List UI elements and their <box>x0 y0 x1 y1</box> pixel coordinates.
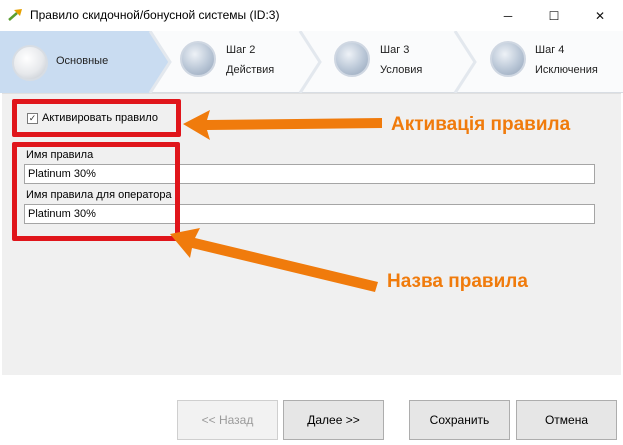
step-2-label: Действия <box>226 64 275 76</box>
title-bar: Правило скидочной/бонусной системы (ID:3… <box>0 0 623 31</box>
step-4-circle-icon <box>490 41 526 77</box>
step-1-circle-icon <box>12 45 48 81</box>
step-3-label: Условия <box>380 64 423 76</box>
activation-highlight-box <box>12 99 181 137</box>
save-button[interactable]: Сохранить <box>409 400 510 440</box>
next-button[interactable]: Далее >> <box>283 400 384 440</box>
name-annotation: Назва правила <box>387 271 528 292</box>
maximize-button[interactable]: ☐ <box>531 0 577 31</box>
step-1-label: Основные <box>56 55 109 67</box>
close-icon: ✕ <box>594 8 606 23</box>
window-title: Правило скидочной/бонусной системы (ID:3… <box>30 8 280 22</box>
step-2-number: Шаг 2 <box>226 44 256 56</box>
arrow-app-icon <box>8 9 22 21</box>
step-3-circle-icon <box>334 41 370 77</box>
step-4-label: Исключения <box>535 64 598 76</box>
activation-annotation: Активація правила <box>391 114 571 135</box>
step-2-circle-icon <box>180 41 216 77</box>
name-highlight-box <box>12 142 180 241</box>
step-3-number: Шаг 3 <box>380 44 410 56</box>
minimize-icon: ─ <box>503 8 513 23</box>
cancel-button[interactable]: Отмена <box>516 400 617 440</box>
maximize-icon: ☐ <box>548 8 560 23</box>
close-button[interactable]: ✕ <box>577 0 623 31</box>
back-button[interactable]: << Назад <box>177 400 278 440</box>
minimize-button[interactable]: ─ <box>485 0 531 31</box>
step-4-number: Шаг 4 <box>535 44 565 56</box>
wizard-steps-bar: Основные Шаг 2 Действия Шаг 3 Условия Ша… <box>0 31 623 93</box>
